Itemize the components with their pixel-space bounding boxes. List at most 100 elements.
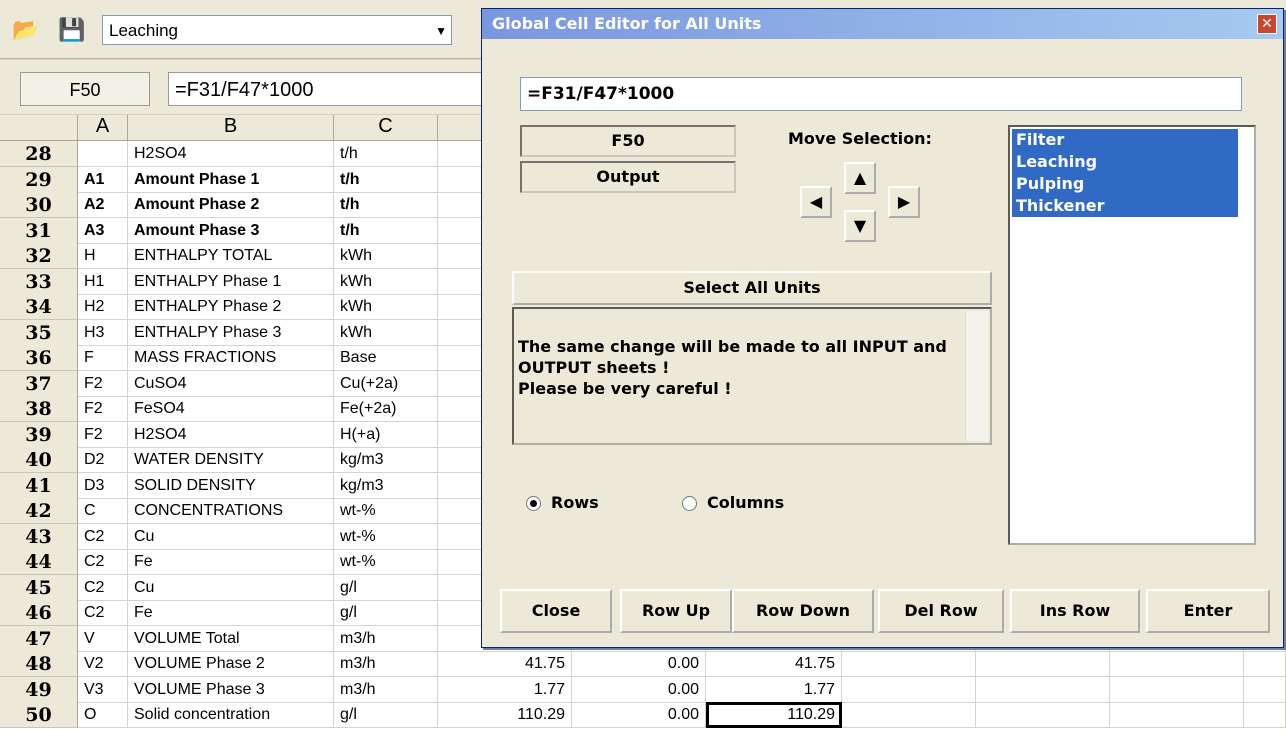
row-down-button[interactable]: Row Down	[732, 589, 874, 633]
cell-empty[interactable]	[976, 702, 1110, 728]
cell-c[interactable]: t/h	[334, 192, 438, 218]
cell-f[interactable]: 110.29	[706, 702, 842, 728]
cell-d[interactable]: 110.29	[438, 702, 572, 728]
row-header[interactable]: 44	[0, 549, 78, 575]
cell-b[interactable]: ENTHALPY Phase 3	[128, 319, 334, 346]
unit-select[interactable]: Leaching ▼	[102, 15, 452, 45]
cell-a[interactable]: A1	[78, 166, 128, 193]
cell-a[interactable]: C2	[78, 523, 128, 550]
cell-c[interactable]: kWh	[334, 268, 438, 295]
row-header[interactable]: 40	[0, 447, 78, 473]
cell-b[interactable]: H2SO4	[128, 141, 334, 167]
row-header[interactable]: 42	[0, 498, 78, 524]
row-header[interactable]: 28	[0, 141, 78, 167]
cell-a[interactable]: O	[78, 702, 128, 728]
cell-a[interactable]: C	[78, 498, 128, 524]
dialog-titlebar[interactable]: Global Cell Editor for All Units ✕	[482, 9, 1283, 39]
enter-button[interactable]: Enter	[1146, 589, 1270, 633]
row-header[interactable]: 47	[0, 625, 78, 652]
cell-d[interactable]: 41.75	[438, 651, 572, 677]
cell-b[interactable]: ENTHALPY Phase 1	[128, 268, 334, 295]
row-header[interactable]: 50	[0, 702, 78, 728]
column-header-a[interactable]: A	[78, 115, 128, 141]
cell-a[interactable]	[78, 141, 128, 167]
cell-b[interactable]: ENTHALPY Phase 2	[128, 294, 334, 320]
formula-input[interactable]: =F31/F47*1000	[168, 72, 488, 106]
cell-b[interactable]: H2SO4	[128, 421, 334, 448]
row-header[interactable]: 48	[0, 651, 78, 677]
cell-a[interactable]: C2	[78, 600, 128, 626]
cell-a[interactable]: F2	[78, 370, 128, 397]
units-listbox[interactable]: Filter Leaching Pulping Thickener	[1008, 125, 1256, 545]
row-header[interactable]: 30	[0, 192, 78, 218]
radio-rows[interactable]: Rows	[526, 493, 599, 512]
cell-c[interactable]: wt-%	[334, 498, 438, 524]
row-header[interactable]: 49	[0, 676, 78, 703]
cell-a[interactable]: D3	[78, 472, 128, 499]
cell-empty[interactable]	[976, 651, 1110, 677]
cell-a[interactable]: H3	[78, 319, 128, 346]
cell-c[interactable]: t/h	[334, 217, 438, 244]
cell-empty[interactable]	[1110, 676, 1244, 703]
cell-a[interactable]: H2	[78, 294, 128, 320]
cell-b[interactable]: MASS FRACTIONS	[128, 345, 334, 371]
cell-f[interactable]: 1.77	[706, 676, 842, 703]
radio-columns[interactable]: Columns	[682, 493, 784, 512]
cell-empty[interactable]	[842, 676, 976, 703]
move-down-button[interactable]: ▼	[844, 210, 876, 242]
cell-c[interactable]: Base	[334, 345, 438, 371]
cell-c[interactable]: Fe(+2a)	[334, 396, 438, 422]
row-header[interactable]: 36	[0, 345, 78, 371]
cell-b[interactable]: Solid concentration	[128, 702, 334, 728]
cell-b[interactable]: Cu	[128, 523, 334, 550]
cell-empty[interactable]	[1244, 651, 1286, 677]
cell-a[interactable]: C2	[78, 574, 128, 601]
cell-a[interactable]: H1	[78, 268, 128, 295]
cell-b[interactable]: CuSO4	[128, 370, 334, 397]
del-row-button[interactable]: Del Row	[878, 589, 1004, 633]
unit-list-item[interactable]: Leaching	[1012, 151, 1238, 173]
cell-c[interactable]: t/h	[334, 166, 438, 193]
cell-b[interactable]: ENTHALPY TOTAL	[128, 243, 334, 269]
cell-a[interactable]: F2	[78, 396, 128, 422]
row-header[interactable]: 39	[0, 421, 78, 448]
row-header[interactable]: 45	[0, 574, 78, 601]
cell-c[interactable]: kWh	[334, 243, 438, 269]
cell-c[interactable]: wt-%	[334, 549, 438, 575]
cell-c[interactable]: m3/h	[334, 625, 438, 652]
row-up-button[interactable]: Row Up	[620, 589, 732, 633]
cell-a[interactable]: A3	[78, 217, 128, 244]
cell-empty[interactable]	[1244, 676, 1286, 703]
cell-b[interactable]: Cu	[128, 574, 334, 601]
cell-a[interactable]: F2	[78, 421, 128, 448]
cell-a[interactable]: C2	[78, 549, 128, 575]
folder-open-icon[interactable]: 📂	[12, 16, 40, 44]
cell-b[interactable]: SOLID DENSITY	[128, 472, 334, 499]
move-right-button[interactable]: ▶	[888, 186, 920, 218]
cell-c[interactable]: H(+a)	[334, 421, 438, 448]
cell-c[interactable]: wt-%	[334, 523, 438, 550]
cell-a[interactable]: D2	[78, 447, 128, 473]
cell-e[interactable]: 0.00	[572, 702, 706, 728]
cell-c[interactable]: kWh	[334, 319, 438, 346]
dialog-formula-input[interactable]: =F31/F47*1000	[520, 77, 1242, 111]
cell-b[interactable]: Fe	[128, 549, 334, 575]
unit-list-item[interactable]: Filter	[1012, 129, 1238, 151]
row-header[interactable]: 38	[0, 396, 78, 422]
cell-c[interactable]: m3/h	[334, 676, 438, 703]
cell-b[interactable]: CONCENTRATIONS	[128, 498, 334, 524]
row-header[interactable]: 35	[0, 319, 78, 346]
row-header[interactable]: 34	[0, 294, 78, 320]
name-box[interactable]: F50	[20, 72, 150, 106]
cell-b[interactable]: VOLUME Phase 2	[128, 651, 334, 677]
cell-c[interactable]: kg/m3	[334, 447, 438, 473]
move-left-button[interactable]: ◀	[800, 186, 832, 218]
cell-a[interactable]: V3	[78, 676, 128, 703]
cell-empty[interactable]	[842, 651, 976, 677]
cell-d[interactable]: 1.77	[438, 676, 572, 703]
move-up-button[interactable]: ▲	[844, 162, 876, 194]
cell-c[interactable]: kg/m3	[334, 472, 438, 499]
cell-c[interactable]: g/l	[334, 702, 438, 728]
row-header[interactable]: 37	[0, 370, 78, 397]
cell-a[interactable]: H	[78, 243, 128, 269]
